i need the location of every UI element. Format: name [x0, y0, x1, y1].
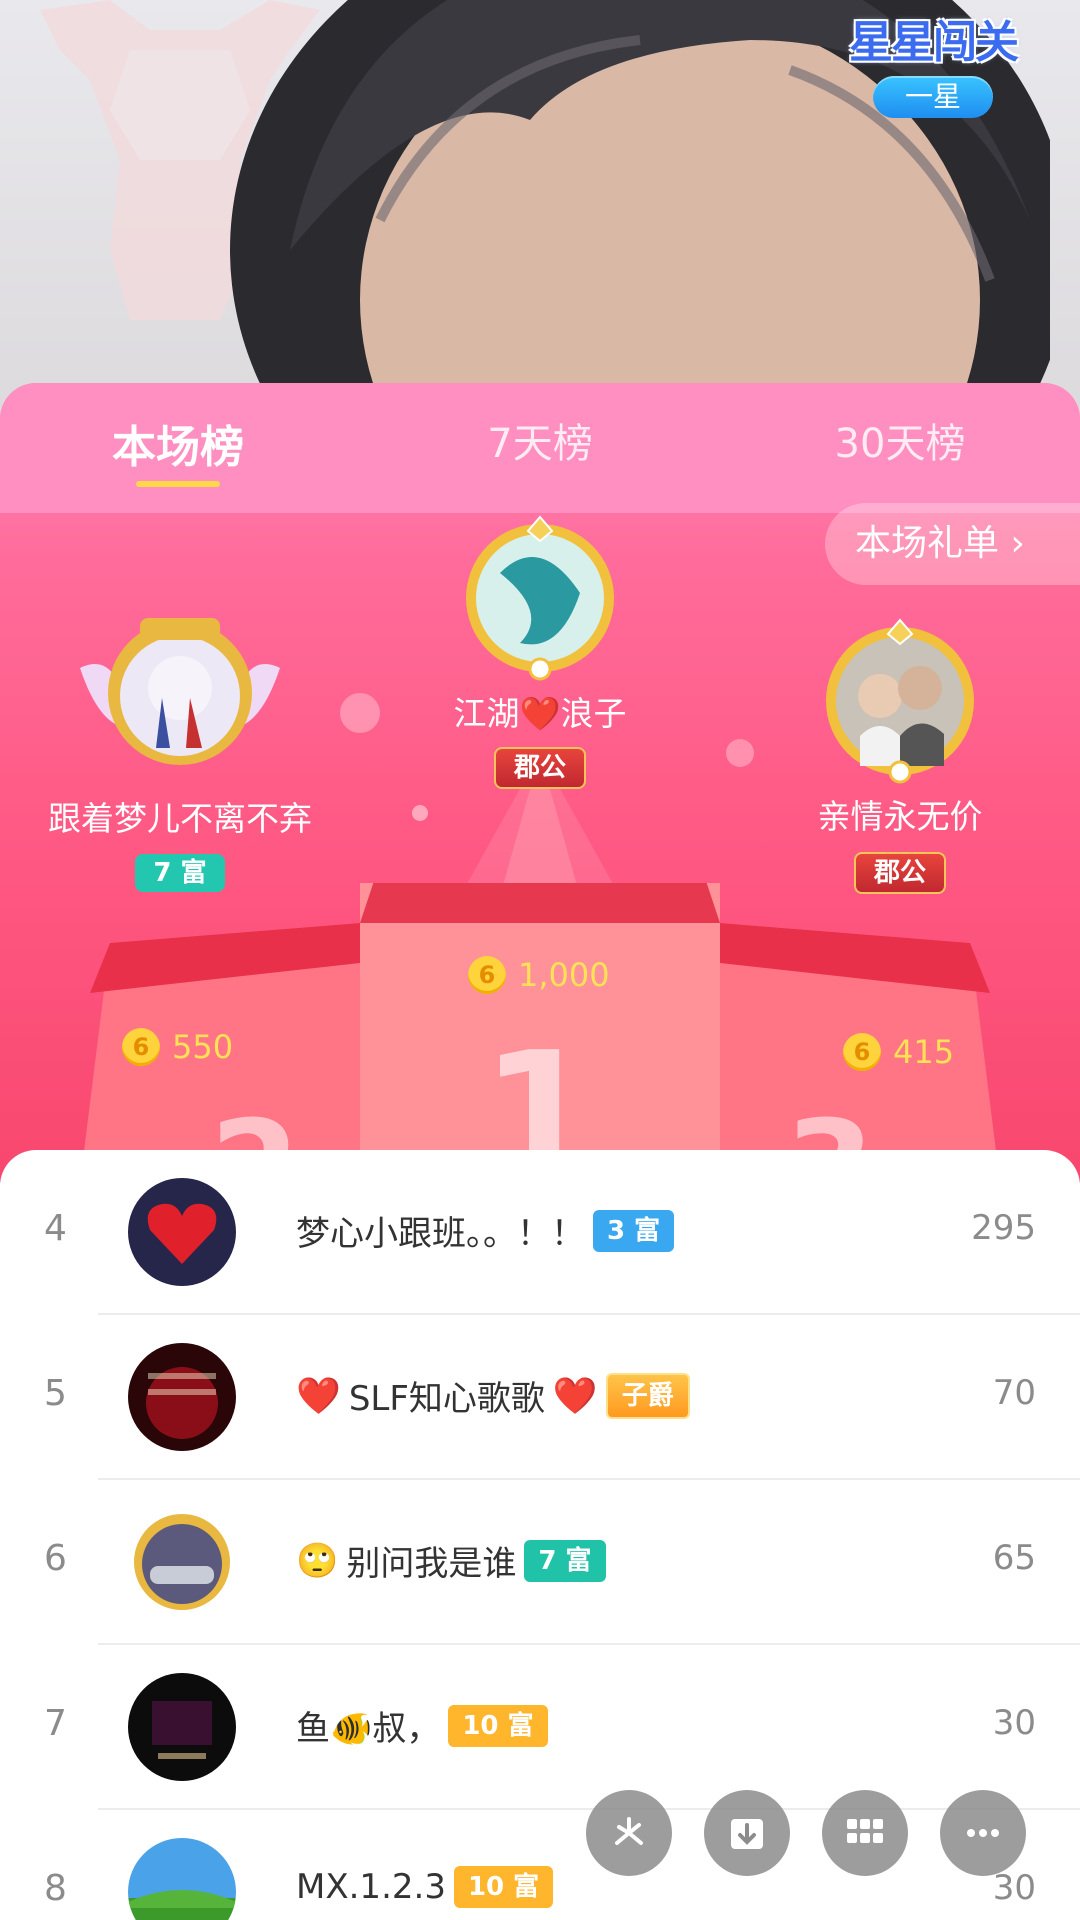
live-video-area: 星星闯关 一星: [0, 0, 1080, 420]
heart-icon: ❤️: [552, 1375, 598, 1417]
rank-medal: 郡公: [493, 747, 586, 789]
level-challenge-badge[interactable]: 星星闯关 一星: [838, 6, 1028, 118]
rank-medal: 7 富: [135, 854, 225, 892]
coin-amount: 1,000: [518, 956, 610, 994]
level-title: 星星闯关: [849, 17, 1019, 68]
avatar: [128, 1343, 236, 1451]
ranking-list: 4 梦心小跟班。。！！ 3 富 295 5 ❤️ SLF知心歌歌 ❤️ 子爵 7…: [0, 1150, 1080, 1920]
rank-medal: 郡公: [853, 852, 946, 894]
user-name: 🙄 别问我是谁 7 富: [296, 1536, 606, 1585]
more-button[interactable]: [940, 1790, 1026, 1876]
level-value: 一星: [873, 76, 993, 118]
score: 295: [971, 1208, 1036, 1248]
list-item[interactable]: 8 MX.1.2.3 10 富 30: [0, 1810, 1080, 1920]
coin-amount: 550: [172, 1028, 234, 1066]
avatar: [466, 515, 614, 681]
score: 30: [992, 1868, 1036, 1908]
rank-number: 7: [44, 1703, 67, 1744]
top-user-1[interactable]: 江湖❤️浪子 郡公: [390, 513, 690, 789]
tab-30-days[interactable]: 30天榜: [780, 411, 1020, 469]
avatar: [128, 1673, 236, 1781]
user-name-text: 鱼🐠叔，: [296, 1709, 441, 1749]
wealth-badge: 10 富: [448, 1704, 548, 1747]
list-item[interactable]: 6 🙄 别问我是谁 7 富 65: [0, 1480, 1080, 1645]
ranking-panel: 本场榜 7天榜 30天榜 本场礼单 › 1 2 3 江湖❤️浪子 郡公 6 1,…: [0, 383, 1080, 1183]
wealth-badge: 10 富: [453, 1866, 554, 1908]
user-name: 梦心小跟班。。！！ 3 富: [296, 1206, 675, 1255]
rank-number: 6: [44, 1538, 67, 1579]
eye-roll-emoji-icon: 🙄: [296, 1540, 339, 1581]
top-user-3-coins: 6 415: [843, 1033, 954, 1071]
download-icon: [731, 1819, 763, 1849]
list-item[interactable]: 4 梦心小跟班。。！！ 3 富 295: [0, 1150, 1080, 1315]
avatar: [826, 618, 974, 784]
avatar: [80, 618, 280, 765]
coin-icon: 6: [468, 956, 506, 994]
ranking-tabs: 本场榜 7天榜 30天榜: [0, 383, 1080, 513]
score: 65: [992, 1538, 1036, 1578]
wealth-badge: 7 富: [524, 1539, 606, 1582]
coin-icon: 6: [122, 1028, 160, 1066]
list-item[interactable]: 7 鱼🐠叔， 10 富 30: [0, 1645, 1080, 1810]
grid-icon: [847, 1819, 883, 1843]
share-button[interactable]: [586, 1790, 672, 1876]
user-name-text: 别问我是谁: [346, 1544, 517, 1584]
user-name: ❤️ SLF知心歌歌 ❤️ 子爵: [296, 1371, 690, 1420]
tab-7-days[interactable]: 7天榜: [420, 411, 660, 469]
top-user-name: 江湖❤️浪子: [453, 694, 627, 733]
noble-badge: 子爵: [605, 1372, 690, 1419]
more-icon: [967, 1829, 999, 1837]
score: 30: [992, 1703, 1036, 1743]
rank-number: 4: [44, 1208, 67, 1249]
avatar: [128, 1508, 236, 1616]
top-user-2[interactable]: 跟着梦儿不离不弃 7 富: [30, 608, 330, 892]
top-user-1-coins: 6 1,000: [468, 956, 610, 994]
top-user-name: 跟着梦儿不离不弃: [48, 799, 312, 838]
user-name-text: SLF知心歌歌: [348, 1379, 545, 1419]
user-name: 鱼🐠叔， 10 富: [296, 1701, 548, 1750]
apps-button[interactable]: [822, 1790, 908, 1876]
share-icon: [615, 1817, 643, 1845]
user-name-text: 梦心小跟班。。！！: [296, 1214, 585, 1254]
score: 70: [992, 1373, 1036, 1413]
wealth-badge: 3 富: [593, 1209, 675, 1252]
rank-number: 5: [44, 1373, 67, 1414]
top-user-2-coins: 6 550: [122, 1028, 233, 1066]
gift-list-button[interactable]: 本场礼单 ›: [825, 503, 1080, 585]
avatar: [128, 1838, 236, 1920]
coin-icon: 6: [843, 1033, 881, 1071]
top-user-3[interactable]: 亲情永无价 郡公: [755, 616, 1045, 894]
tab-this-session[interactable]: 本场榜: [58, 411, 298, 475]
coin-amount: 415: [893, 1033, 955, 1071]
avatar: [128, 1178, 236, 1286]
user-name: MX.1.2.3 10 富: [296, 1866, 554, 1908]
heart-icon: ❤️: [296, 1375, 341, 1417]
user-name-text: MX.1.2.3: [296, 1867, 446, 1907]
rank-number: 8: [44, 1868, 67, 1909]
list-item[interactable]: 5 ❤️ SLF知心歌歌 ❤️ 子爵 70: [0, 1315, 1080, 1480]
download-button[interactable]: [704, 1790, 790, 1876]
top-user-name: 亲情永无价: [817, 797, 983, 836]
tab-active-indicator: [136, 481, 220, 487]
